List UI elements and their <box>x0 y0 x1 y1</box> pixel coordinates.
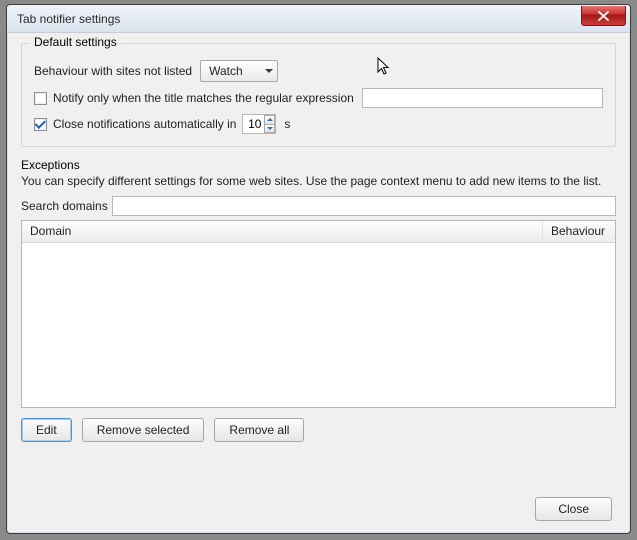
search-domains-input[interactable] <box>112 196 616 216</box>
spinner-down-button[interactable] <box>264 124 275 134</box>
edit-button[interactable]: Edit <box>21 418 72 442</box>
exceptions-list-header: Domain Behaviour <box>22 221 615 243</box>
window-close-button[interactable] <box>581 6 626 26</box>
close-button[interactable]: Close <box>535 497 612 521</box>
search-row: Search domains <box>21 196 616 216</box>
window-title: Tab notifier settings <box>17 12 120 26</box>
exceptions-legend: Exceptions <box>21 158 616 172</box>
chevron-down-icon <box>265 69 273 73</box>
behaviour-label: Behaviour with sites not listed <box>34 64 192 78</box>
column-domain[interactable]: Domain <box>22 221 543 242</box>
exceptions-buttons: Edit Remove selected Remove all <box>21 418 616 442</box>
search-domains-label: Search domains <box>21 199 108 213</box>
close-auto-row: Close notifications automatically in s <box>34 114 603 134</box>
column-behaviour[interactable]: Behaviour <box>543 221 615 242</box>
default-settings-group: Default settings Behaviour with sites no… <box>21 43 616 147</box>
close-auto-unit: s <box>284 117 290 131</box>
remove-selected-button[interactable]: Remove selected <box>82 418 205 442</box>
exceptions-description: You can specify different settings for s… <box>21 174 616 188</box>
behaviour-combobox[interactable]: Watch <box>200 60 278 82</box>
titlebar[interactable]: Tab notifier settings <box>7 5 630 33</box>
remove-all-button[interactable]: Remove all <box>214 418 304 442</box>
behaviour-row: Behaviour with sites not listed Watch <box>34 60 603 82</box>
chevron-up-icon <box>267 118 273 121</box>
chevron-down-icon <box>267 127 273 130</box>
notify-regex-row: Notify only when the title matches the r… <box>34 88 603 108</box>
close-auto-checkbox[interactable] <box>34 118 47 131</box>
default-settings-legend: Default settings <box>30 35 121 49</box>
exceptions-list[interactable]: Domain Behaviour <box>21 220 616 408</box>
notify-regex-input[interactable] <box>362 88 603 108</box>
content-area: Default settings Behaviour with sites no… <box>7 33 630 450</box>
close-icon <box>598 11 609 21</box>
spinner-up-button[interactable] <box>264 115 275 124</box>
behaviour-value: Watch <box>209 64 243 78</box>
footer: Close <box>535 497 612 521</box>
notify-regex-checkbox[interactable] <box>34 92 47 105</box>
exceptions-list-body[interactable] <box>22 243 615 407</box>
settings-window: Tab notifier settings Default settings B… <box>6 4 631 534</box>
notify-regex-label: Notify only when the title matches the r… <box>53 91 354 105</box>
close-auto-label: Close notifications automatically in <box>53 117 236 131</box>
